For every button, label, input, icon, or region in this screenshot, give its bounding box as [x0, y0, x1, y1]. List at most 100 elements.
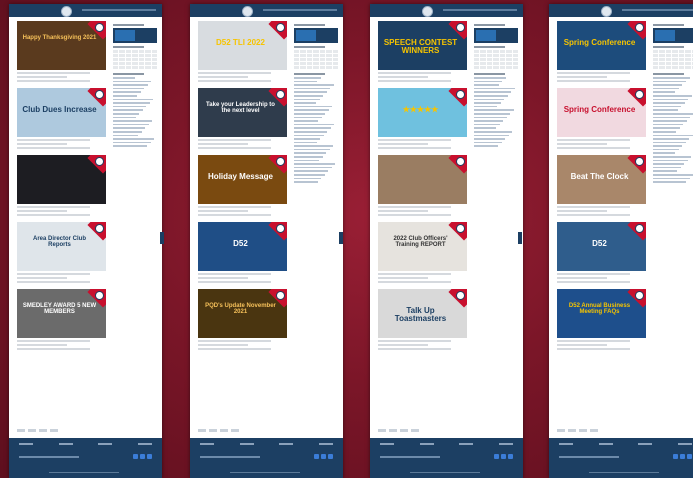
sidebar-link[interactable]	[113, 116, 136, 119]
sidebar-link[interactable]	[294, 130, 328, 133]
sidebar-link[interactable]	[294, 102, 316, 104]
calendar-day[interactable]	[294, 62, 300, 65]
sidebar-link[interactable]	[474, 105, 498, 108]
post-card[interactable]: Club Dues Increase	[17, 88, 108, 149]
calendar-day[interactable]	[672, 50, 678, 53]
calendar-day[interactable]	[313, 50, 319, 53]
post-title-line[interactable]	[557, 273, 630, 275]
post-thumbnail[interactable]: D52	[198, 222, 287, 271]
post-title-line[interactable]	[17, 340, 90, 342]
sidebar-link[interactable]	[653, 174, 693, 176]
calendar-day[interactable]	[319, 66, 326, 69]
post-title-line[interactable]	[378, 206, 451, 208]
calendar-day[interactable]	[145, 66, 151, 69]
post-card[interactable]	[378, 155, 469, 216]
calendar-day[interactable]	[145, 54, 151, 57]
calendar-day[interactable]	[685, 62, 691, 65]
post-title-line[interactable]	[198, 72, 271, 74]
calendar-day[interactable]	[119, 50, 125, 53]
calendar-day[interactable]	[319, 62, 326, 65]
sidebar-link[interactable]	[474, 98, 505, 101]
sidebar-link[interactable]	[653, 181, 687, 183]
calendar-day[interactable]	[659, 50, 665, 53]
calendar-day[interactable]	[493, 54, 499, 57]
footer-link[interactable]	[19, 443, 33, 445]
post-card[interactable]: D52 TLI 2022	[198, 21, 289, 82]
calendar-day[interactable]	[659, 58, 665, 61]
calendar-day[interactable]	[685, 58, 691, 61]
footer-link[interactable]	[200, 443, 214, 445]
post-thumbnail[interactable]: Spring Conference	[557, 21, 646, 70]
post-thumbnail[interactable]	[17, 155, 106, 204]
calendar-day[interactable]	[659, 54, 665, 57]
sidebar-link[interactable]	[113, 120, 153, 122]
twitter-icon[interactable]	[680, 454, 685, 459]
footer-link[interactable]	[598, 443, 613, 445]
twitter-icon[interactable]	[321, 454, 326, 459]
nav-menu[interactable]	[622, 9, 693, 11]
calendar-day[interactable]	[119, 54, 125, 57]
post-thumbnail[interactable]: D52 TLI 2022	[198, 21, 287, 70]
calendar-day[interactable]	[125, 54, 132, 57]
post-thumbnail[interactable]: Take your Leadership to the next level	[198, 88, 287, 137]
calendar-day[interactable]	[132, 62, 138, 65]
post-title-line[interactable]	[17, 139, 90, 141]
post-card[interactable]: 2022 Club Officers' Training REPORT	[378, 222, 469, 283]
pagination[interactable]	[557, 429, 598, 432]
sidebar-link[interactable]	[294, 77, 321, 79]
calendar-day[interactable]	[512, 66, 518, 69]
post-card[interactable]: Take your Leadership to the next level	[198, 88, 289, 149]
page-link[interactable]	[220, 429, 228, 432]
page-link[interactable]	[411, 429, 419, 432]
calendar-day[interactable]	[672, 66, 678, 69]
sidebar-link[interactable]	[294, 87, 331, 90]
calendar-day[interactable]	[132, 66, 138, 69]
calendar-day[interactable]	[665, 54, 672, 57]
post-title-line[interactable]	[17, 273, 90, 275]
post-thumbnail[interactable]: Club Dues Increase	[17, 88, 106, 137]
post-thumbnail[interactable]: PQD's Update November 2021	[198, 289, 287, 338]
sidebar-link[interactable]	[294, 159, 320, 162]
pagination[interactable]	[17, 429, 58, 432]
sidebar-link[interactable]	[294, 109, 329, 111]
post-title-line[interactable]	[198, 340, 271, 342]
calendar-day[interactable]	[125, 58, 132, 61]
sidebar-link[interactable]	[294, 166, 332, 169]
calendar-day[interactable]	[685, 54, 691, 57]
sidebar-link[interactable]	[653, 148, 679, 151]
post-title-line[interactable]	[198, 139, 271, 141]
calendar-day[interactable]	[138, 66, 145, 69]
post-thumbnail[interactable]: Beat The Clock	[557, 155, 646, 204]
sidebar-link[interactable]	[294, 148, 330, 151]
calendar-day[interactable]	[653, 54, 659, 57]
sidebar-link[interactable]	[653, 163, 685, 165]
sidebar-link[interactable]	[294, 127, 331, 129]
sidebar-link[interactable]	[294, 181, 318, 183]
sidebar-banner[interactable]	[653, 28, 693, 43]
calendar-day[interactable]	[132, 58, 138, 61]
sidebar-banner[interactable]	[113, 28, 157, 43]
calendar-day[interactable]	[119, 58, 125, 61]
logo-icon[interactable]	[61, 6, 73, 17]
sidebar-link[interactable]	[113, 91, 141, 93]
sidebar-link[interactable]	[653, 94, 692, 97]
calendar-day[interactable]	[138, 54, 145, 57]
calendar-day[interactable]	[138, 62, 145, 65]
calendar-day[interactable]	[145, 50, 151, 53]
footer-link[interactable]	[380, 443, 394, 445]
calendar-day[interactable]	[313, 62, 319, 65]
post-title-line[interactable]	[198, 273, 271, 275]
calendar-day[interactable]	[326, 62, 332, 65]
calendar-day[interactable]	[319, 54, 326, 57]
sidebar-link[interactable]	[653, 112, 693, 115]
sidebar-link[interactable]	[653, 120, 687, 122]
calendar-day[interactable]	[326, 66, 332, 69]
calendar-day[interactable]	[653, 50, 659, 53]
sidebar-link[interactable]	[474, 141, 502, 144]
sidebar-link[interactable]	[294, 123, 335, 126]
footer-link[interactable]	[559, 443, 573, 445]
sidebar-link[interactable]	[653, 91, 676, 93]
sidebar-link[interactable]	[474, 84, 499, 86]
page-link[interactable]	[231, 429, 239, 432]
calendar-day[interactable]	[113, 66, 119, 69]
